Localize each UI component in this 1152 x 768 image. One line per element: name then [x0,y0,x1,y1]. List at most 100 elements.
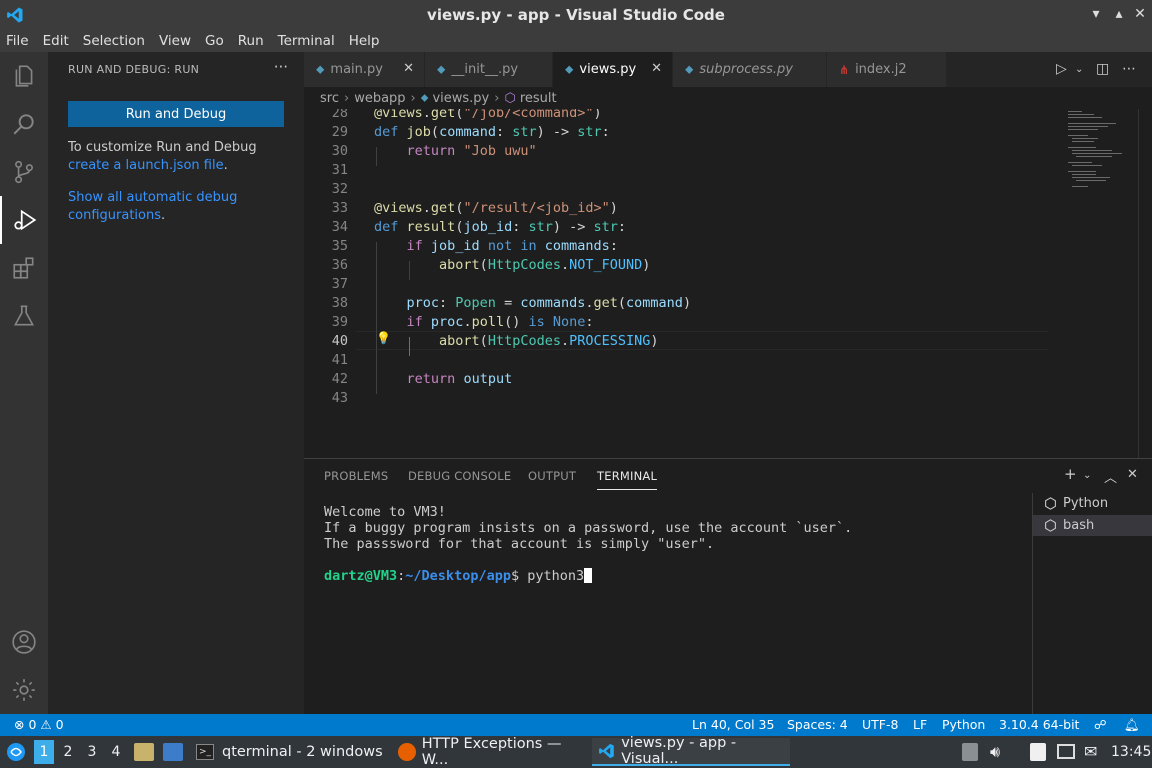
tab-subprocess-py[interactable]: ⬥ subprocess.py [673,52,827,87]
create-launch-json-link[interactable]: create a launch.json file [68,158,224,173]
indentation-status[interactable]: Spaces: 4 [787,717,848,732]
app-launcher-icon[interactable] [6,742,26,762]
task-vscode[interactable]: views.py - app - Visual... [592,735,790,767]
maximize-panel-icon[interactable]: ︿ [1104,467,1117,486]
volume-icon[interactable]: 🔊︎ [990,742,1000,762]
terminal-item-label: Python [1063,496,1109,511]
close-window-icon[interactable]: ✕ [1131,5,1149,23]
clipboard-icon[interactable] [962,743,978,761]
more-actions-icon[interactable]: ··· [274,58,288,76]
cursor-position[interactable]: Ln 40, Col 35 [692,717,774,732]
code-line: abort(HttpCodes.PROCESSING) [439,333,659,349]
run-debug-sidebar: RUN AND DEBUG: RUN ··· Run and Debug To … [48,52,304,714]
terminal-item-python[interactable]: Python [1033,493,1152,514]
maximize-icon[interactable]: ▴ [1110,5,1128,23]
task-qterminal[interactable]: >_ qterminal - 2 windows [190,738,388,766]
menu-selection[interactable]: Selection [83,33,145,49]
taskbar: 1 2 3 4 >_ qterminal - 2 windows HTTP Ex… [0,735,1152,768]
eol-status[interactable]: LF [913,717,927,732]
panel-tab-output[interactable]: OUTPUT [528,469,576,483]
python-interpreter[interactable]: 3.10.4 64-bit [999,717,1079,732]
terminal-dropdown-icon[interactable]: ⌄ [1083,470,1091,481]
tab-index-j2[interactable]: ⋔ index.j2 [827,52,947,87]
menu-terminal[interactable]: Terminal [278,33,335,49]
menu-file[interactable]: File [6,33,29,49]
breadcrumb-webapp[interactable]: webapp [354,91,405,106]
workspace-3[interactable]: 3 [82,740,102,764]
show-all-debug-configs-link[interactable]: Show all automatic debug [68,190,237,205]
code-line: proc: Popen = commands.get(command) [406,295,692,311]
workspace-2[interactable]: 2 [58,740,78,764]
run-dropdown-icon[interactable]: ⌄ [1075,64,1083,75]
menu-go[interactable]: Go [205,33,224,49]
debug-info-text: To customize Run and Debug [68,140,257,155]
menu-bar: File Edit Selection View Go Run Terminal… [0,30,1152,52]
search-icon[interactable] [0,100,48,148]
notifications-bell-icon[interactable]: 🔔︎ [1124,717,1140,733]
terminal-line: The passsword for that account is simply… [324,536,715,552]
terminal-app-icon: >_ [196,744,214,760]
menu-view[interactable]: View [159,33,191,49]
network-icon[interactable] [1057,744,1075,759]
notes-icon[interactable] [1030,743,1046,761]
source-control-icon[interactable] [0,148,48,196]
language-mode[interactable]: Python [942,717,985,732]
panel-tab-problems[interactable]: PROBLEMS [324,469,388,483]
panel-tab-terminal[interactable]: TERMINAL [597,469,658,490]
tab-init-py[interactable]: ⬥ __init__.py [425,52,553,87]
testing-flask-icon[interactable] [0,292,48,340]
tab-views-py[interactable]: ⬥ views.py ✕ [553,52,673,87]
extensions-icon[interactable] [0,244,48,292]
feedback-icon[interactable]: ☍ [1094,717,1107,732]
problems-status[interactable]: ⊗ 0 ⚠ 0 [14,717,64,732]
breadcrumb: src › webapp › ⬥ views.py › ⬡ result [304,87,1152,109]
line-number: 36 [331,257,348,273]
clock[interactable]: 13:45 [1111,744,1151,760]
code-editor[interactable]: 28 29 30 31 32 33 34 35 36 37 38 39 40 4… [304,109,1152,458]
tab-close-icon[interactable]: ✕ [403,61,414,76]
tab-main-py[interactable]: ⬥ main.py ✕ [304,52,425,87]
menu-edit[interactable]: Edit [43,33,69,49]
code-line: if job_id not in commands: [406,238,618,254]
terminal-cursor [584,568,593,583]
editor-tabs: ⬥ main.py ✕ ⬥ __init__.py ⬥ views.py ✕ ⬥… [304,52,1152,87]
accounts-icon[interactable] [0,618,48,666]
terminal-line: If a buggy program insists on a password… [324,520,853,536]
new-terminal-icon[interactable]: + [1064,465,1077,483]
more-editor-actions-icon[interactable]: ⋯ [1122,61,1136,77]
code-line: def result(job_id: str) -> str: [374,219,627,235]
minimap[interactable] [1066,109,1142,189]
warning-count: 0 [55,717,64,732]
workspace-1[interactable]: 1 [34,740,54,764]
editor-scrollbar[interactable] [1138,109,1152,458]
line-number-current: 40 [331,333,348,349]
run-and-debug-button[interactable]: Run and Debug [68,101,284,127]
file-manager-icon[interactable] [134,743,154,761]
settings-gear-icon[interactable] [0,666,48,714]
tab-label: views.py [579,62,637,77]
tab-close-icon[interactable]: ✕ [651,61,662,76]
window-title: views.py - app - Visual Studio Code [427,6,725,24]
breadcrumb-result[interactable]: result [520,91,557,106]
bottom-panel: PROBLEMS DEBUG CONSOLE OUTPUT TERMINAL +… [304,458,1152,715]
terminal-output[interactable]: Welcome to VM3! If a buggy program insis… [324,504,852,584]
menu-run[interactable]: Run [238,33,264,49]
panel-tab-debug-console[interactable]: DEBUG CONSOLE [408,469,511,483]
menu-help[interactable]: Help [349,33,380,49]
show-all-debug-configs-link-2[interactable]: configurations [68,208,161,223]
split-editor-icon[interactable]: ◫ [1096,61,1109,77]
terminal-item-bash[interactable]: bash [1033,515,1152,536]
launch-link-suffix: . [223,158,228,173]
explorer-icon[interactable] [0,52,48,100]
run-debug-icon[interactable] [0,196,48,244]
breadcrumb-views[interactable]: views.py [432,91,489,106]
breadcrumb-src[interactable]: src [320,91,339,106]
task-firefox[interactable]: HTTP Exceptions — W... [392,736,590,768]
minimize-icon[interactable]: ▾ [1087,5,1105,23]
workspace-4[interactable]: 4 [106,740,126,764]
run-file-icon[interactable]: ▷ [1056,61,1067,77]
notification-icon[interactable]: ✉ [1084,742,1097,761]
close-panel-icon[interactable]: ✕ [1127,467,1138,482]
encoding-status[interactable]: UTF-8 [862,717,898,732]
show-desktop-icon[interactable] [163,743,183,761]
